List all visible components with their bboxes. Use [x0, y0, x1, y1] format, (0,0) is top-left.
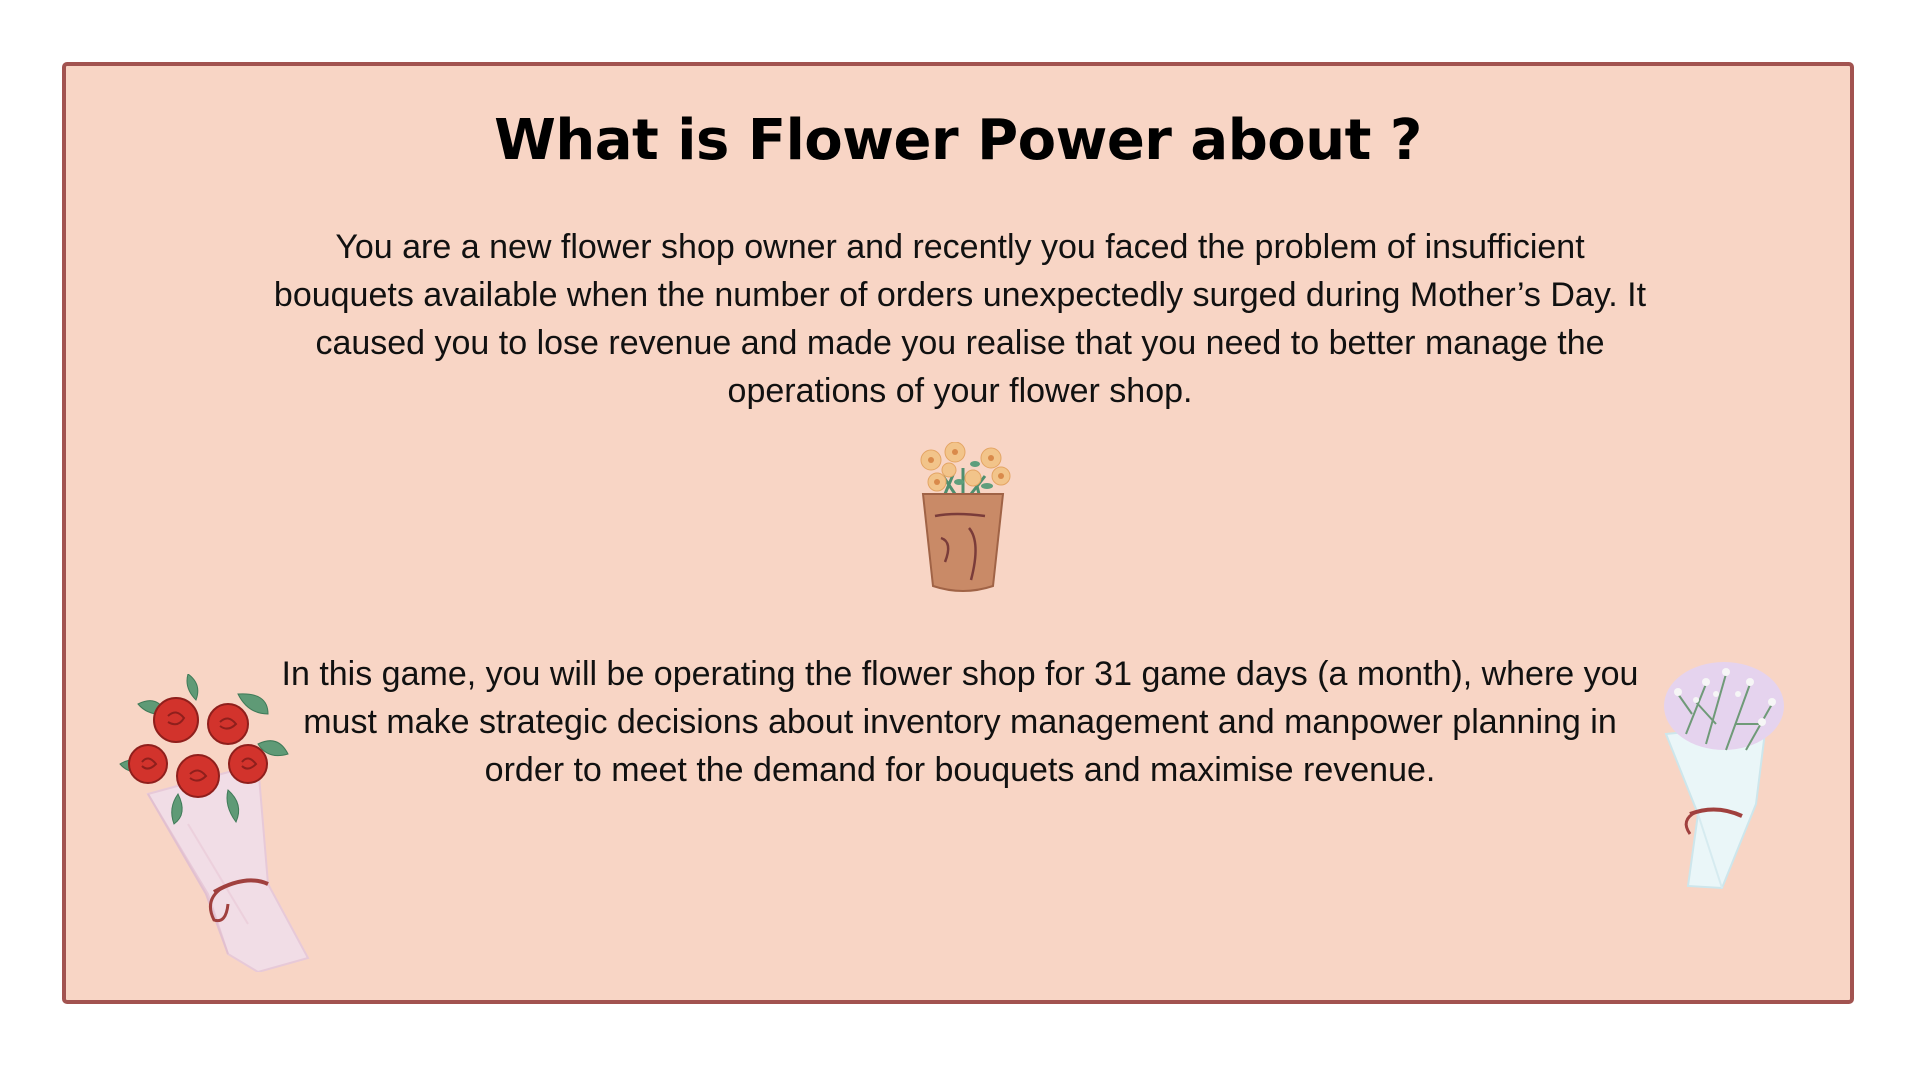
- game-description-paragraph: In this game, you will be operating the …: [281, 655, 1639, 789]
- info-card: What is Flower Power about ? You are a n…: [62, 62, 1854, 1004]
- page-title: What is Flower Power about ?: [494, 108, 1422, 173]
- intro-paragraph: You are a new flower shop owner and rece…: [273, 228, 1647, 410]
- red-rose-bouquet-icon: [119, 674, 310, 972]
- babys-breath-bouquet-icon: [1664, 662, 1784, 890]
- peach-flowers-in-paper-cup-icon: [920, 442, 1011, 592]
